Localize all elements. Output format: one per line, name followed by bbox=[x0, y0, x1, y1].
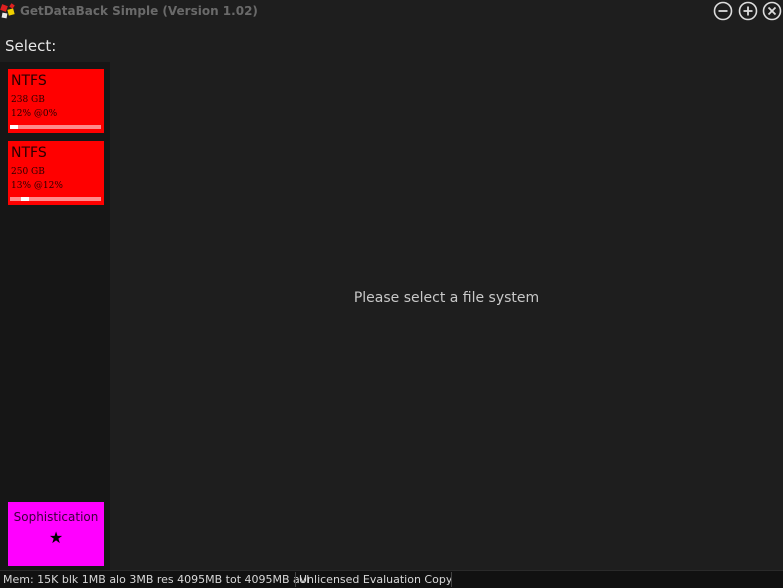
file-system-list: NTFS 238 GB 12% @0% NTFS 250 GB 13% @12%… bbox=[0, 62, 110, 570]
sophistication-button[interactable]: Sophistication ★ bbox=[8, 502, 104, 566]
fs-progress-bar bbox=[10, 197, 101, 201]
minimize-button[interactable] bbox=[713, 1, 733, 21]
app-icon bbox=[0, 3, 15, 19]
license-status: Unlicensed Evaluation Copy bbox=[299, 573, 453, 586]
fs-type-label: NTFS bbox=[11, 145, 47, 161]
status-bar: Mem: 15K blk 1MB alo 3MB res 4095MB tot … bbox=[0, 570, 783, 588]
status-separator bbox=[295, 572, 296, 587]
fs-status-label: 12% @0% bbox=[11, 109, 58, 119]
fs-size-label: 238 GB bbox=[11, 95, 45, 105]
sophistication-label: Sophistication bbox=[13, 510, 99, 524]
close-button[interactable] bbox=[762, 1, 782, 21]
fs-progress-fill bbox=[21, 197, 29, 201]
file-system-tile-1[interactable]: NTFS 238 GB 12% @0% bbox=[8, 69, 104, 133]
select-file-system-message: Please select a file system bbox=[353, 290, 540, 306]
file-system-tile-2[interactable]: NTFS 250 GB 13% @12% bbox=[8, 141, 104, 205]
fs-progress-bar bbox=[10, 125, 101, 129]
minimize-icon bbox=[713, 1, 733, 21]
memory-status: Mem: 15K blk 1MB alo 3MB res 4095MB tot … bbox=[3, 573, 310, 586]
fs-status-label: 13% @12% bbox=[11, 181, 63, 191]
window-title: GetDataBack Simple (Version 1.02) bbox=[20, 4, 258, 18]
fs-type-label: NTFS bbox=[11, 73, 47, 89]
fs-progress-fill bbox=[10, 125, 18, 129]
close-icon bbox=[762, 1, 782, 21]
title-bar: GetDataBack Simple (Version 1.02) bbox=[0, 0, 783, 24]
star-icon: ★ bbox=[48, 528, 64, 547]
fs-size-label: 250 GB bbox=[11, 167, 45, 177]
maximize-icon bbox=[738, 1, 758, 21]
status-separator bbox=[451, 572, 452, 587]
maximize-button[interactable] bbox=[738, 1, 758, 21]
app-window: GetDataBack Simple (Version 1.02) Select… bbox=[0, 0, 783, 588]
select-label: Select: bbox=[5, 37, 57, 55]
